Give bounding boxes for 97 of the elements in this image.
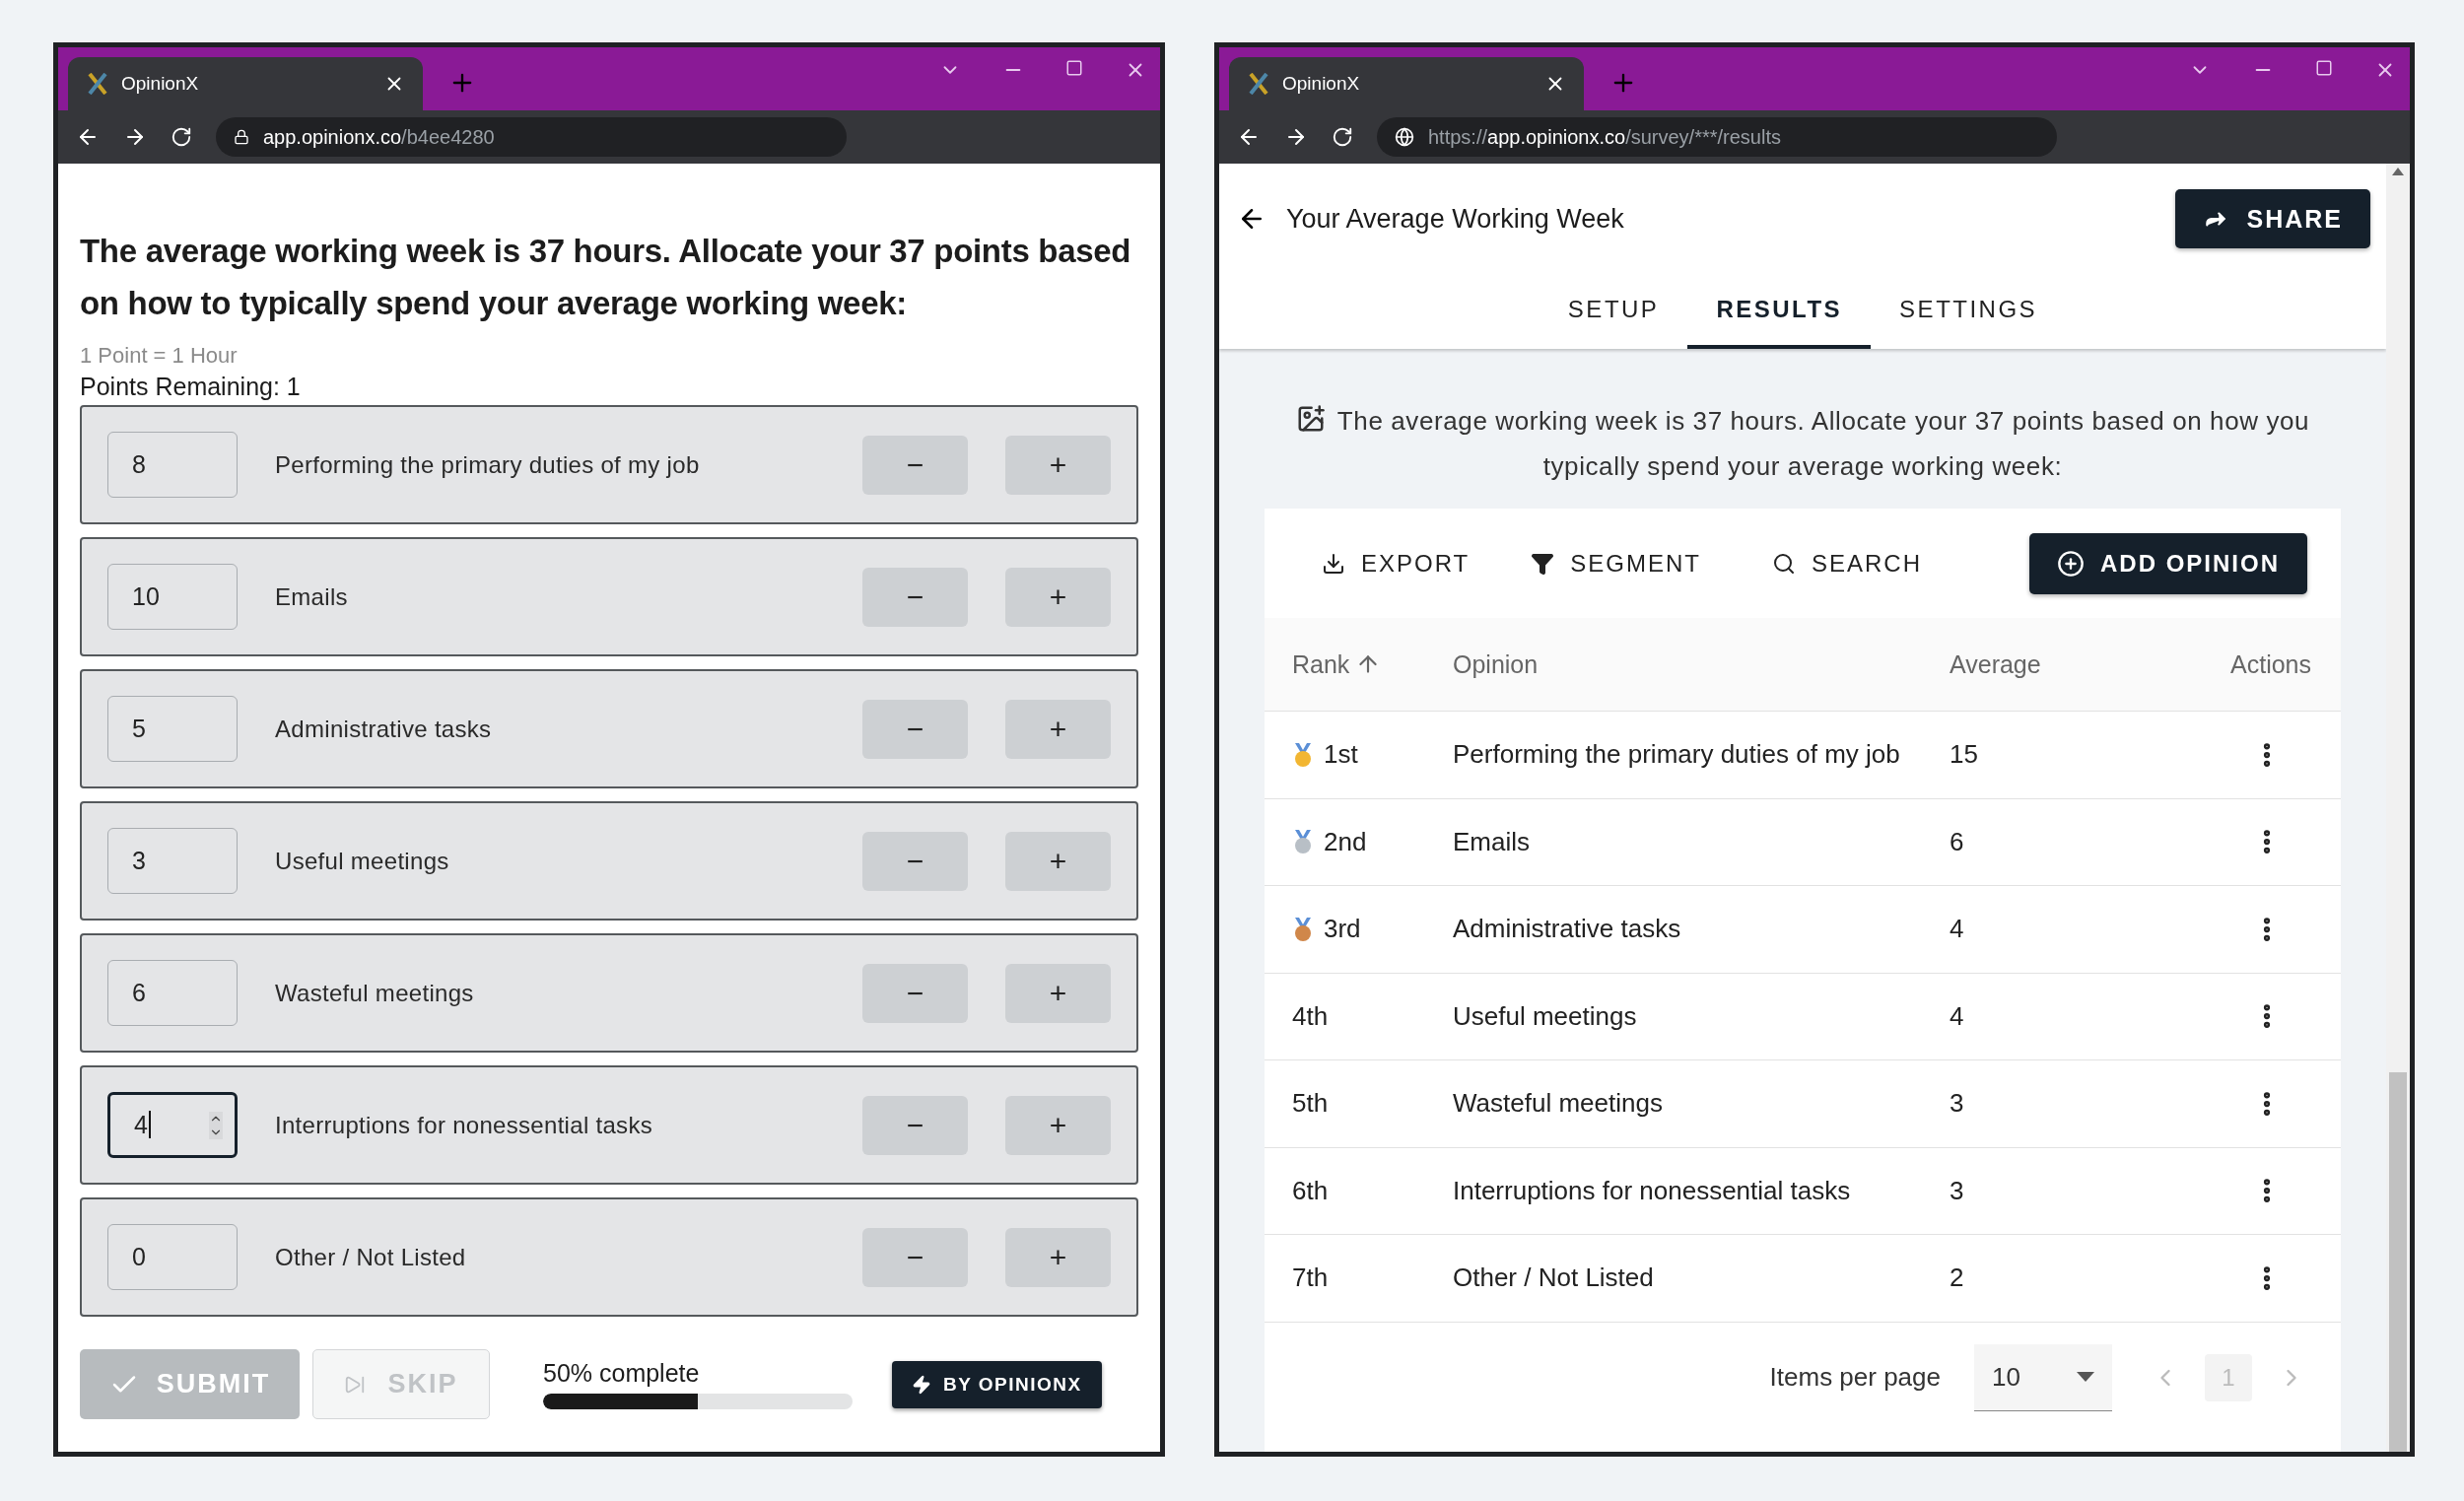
opinion-cell-text: Performing the primary duties of my job [1453,739,1901,771]
average-cell-text: 3 [1950,1088,1965,1120]
spinner-icon[interactable] [209,1111,223,1139]
scrollbar-thumb[interactable] [2389,1072,2407,1452]
rank-cell: 4th [1292,1000,1329,1032]
average-cell-text: 2 [1950,1262,1965,1294]
decrement-button[interactable]: − [862,1095,968,1155]
option-label: Interruptions for nonessential tasks [275,1111,653,1139]
medal-icon [1292,916,1314,942]
browser-tab[interactable]: OpinionX [68,57,423,110]
reload-icon[interactable] [171,126,192,148]
opinion-cell-text: Interruptions for nonessential tasks [1453,1175,1852,1206]
opinion-cell-text: Administrative tasks [1453,914,1682,945]
search-icon [1771,551,1796,576]
option-label: Emails [275,582,349,611]
tab-title: OpinionX [1282,73,1361,95]
decrement-button[interactable]: − [862,1227,968,1287]
nav-tab[interactable]: RESULTS [1687,272,1872,349]
rank-cell: 1st [1324,739,1358,771]
download-icon [1322,551,1345,576]
increment-button[interactable]: + [1005,1095,1111,1155]
decrement-button[interactable]: − [862,831,968,891]
option-label: Performing the primary duties of my job [275,450,701,479]
average-cell-text: 4 [1950,1000,1965,1032]
medal-icon [1292,829,1314,855]
rank-cell: 5th [1292,1088,1329,1120]
plus-circle-icon [2057,549,2085,578]
average-cell-text: 3 [1950,1175,1965,1206]
number-input[interactable]: 10 [107,564,238,630]
globe-icon [1395,127,1414,147]
column-header[interactable]: Rank [1292,649,1382,679]
nav-tab[interactable]: SETUP [1539,272,1688,349]
add-opinion-button[interactable]: ADD OPINION [2029,532,2307,594]
scroll-up-icon [2392,168,2404,175]
page-title: Your Average Working Week [1286,203,1625,235]
column-header: Average [1950,649,2041,679]
progress-text: 50% complete [543,1359,701,1388]
points-note: 1 Point = 1 Hour [80,343,239,369]
increment-button[interactable]: + [1005,831,1111,891]
filter-icon [1531,551,1555,576]
address-bar[interactable]: https://app.opinionx.co/survey/***/results [1377,117,2057,157]
items-per-page-select[interactable]: 10 [1974,1343,2112,1411]
search-button[interactable]: SEARCH [1765,548,1928,579]
increment-button[interactable]: + [1005,567,1111,627]
share-button[interactable]: SHARE [2175,189,2370,248]
question-heading: The average working week is 37 hours. Allocate your 37 points based on how to typically spend your average working week: [80,232,1132,323]
address-bar[interactable]: app.opinionx.co/b4ee4280 [216,117,847,157]
rank-cell: 6th [1292,1175,1329,1206]
reload-icon[interactable] [1332,126,1353,148]
browser-tab[interactable]: OpinionX [1229,57,1584,110]
number-input[interactable]: 5 [107,696,238,762]
opinion-cell-text: Emails [1453,826,1531,857]
opinion-cell-text: Wasteful meetings [1453,1088,1664,1120]
number-input[interactable]: 0 [107,1224,238,1290]
points-remaining: Points Remaining: 1 [80,373,302,401]
scrollbar[interactable] [2386,164,2410,1452]
decrement-button[interactable]: − [862,435,968,495]
segment-button[interactable]: SEGMENT [1525,548,1707,579]
rank-cell: 3rd [1324,914,1361,945]
increment-button[interactable]: + [1005,435,1111,495]
url-text: app.opinionx.co/b4ee4280 [263,125,495,149]
url-text: https://app.opinionx.co/survey/***/results [1428,125,1781,149]
nav-tab[interactable]: SETTINGS [1871,272,2067,349]
lock-icon [234,129,249,145]
column-header: Actions [2230,649,2311,679]
average-cell-text: 4 [1950,914,1965,945]
increment-button[interactable]: + [1005,1227,1111,1287]
option-label: Administrative tasks [275,715,493,743]
opinion-cell-text: Other / Not Listed [1453,1262,1655,1294]
increment-button[interactable]: + [1005,963,1111,1023]
increment-button[interactable]: + [1005,699,1111,759]
brand-badge[interactable]: BY OPINIONX [892,1360,1102,1408]
lightning-icon [912,1374,931,1395]
option-label: Other / Not Listed [275,1243,467,1271]
logo-icon [1249,73,1268,95]
average-cell-text: 6 [1950,826,1965,857]
option-label: Wasteful meetings [275,979,475,1007]
decrement-button[interactable]: − [862,699,968,759]
items-per-page-label: Items per page [1769,1362,1941,1393]
opinion-cell-text: Useful meetings [1453,1000,1638,1032]
number-input[interactable]: 6 [107,960,238,1026]
tab-title: OpinionX [121,73,200,95]
number-input[interactable]: 3 [107,828,238,894]
dropdown-arrow-icon [2077,1372,2094,1382]
number-input[interactable]: 8 [107,432,238,498]
decrement-button[interactable]: − [862,567,968,627]
logo-icon [88,73,107,95]
question-text: The average working week is 37 hours. Allocate your 37 points based on how you typically spend your average working week: [1336,406,2310,481]
rank-cell: 7th [1292,1262,1329,1294]
option-label: Useful meetings [275,847,450,875]
decrement-button[interactable]: − [862,963,968,1023]
column-header: Opinion [1453,649,1539,679]
medal-icon [1292,741,1314,768]
average-cell-text: 15 [1950,739,1979,771]
export-button[interactable]: EXPORT [1316,548,1476,579]
number-input[interactable]: 4 [107,1092,238,1158]
rank-cell: 2nd [1324,826,1367,857]
